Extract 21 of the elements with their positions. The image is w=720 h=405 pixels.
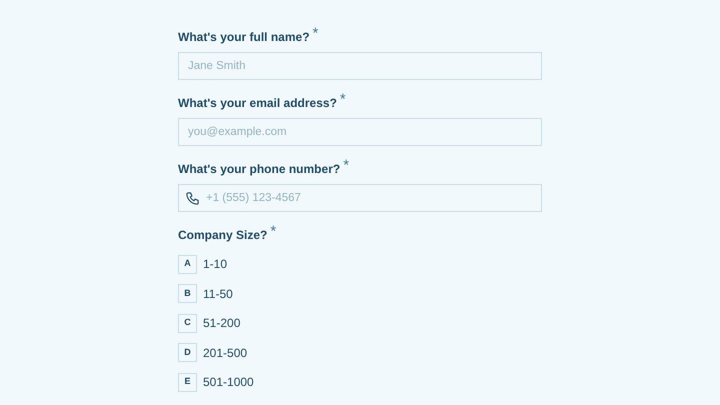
- option-label[interactable]: 11-50: [203, 284, 233, 302]
- phone-field[interactable]: +1 (555) 123-4567: [178, 184, 542, 212]
- required-asterisk: *: [343, 160, 350, 172]
- question-label: Company Size?: [178, 227, 268, 244]
- option-key[interactable]: A: [178, 254, 197, 274]
- option-key[interactable]: D: [178, 343, 197, 362]
- required-asterisk: *: [340, 94, 346, 106]
- option-key[interactable]: B: [178, 284, 197, 303]
- option-label[interactable]: 501-1000: [203, 373, 254, 391]
- option-label[interactable]: 51-200: [203, 314, 240, 332]
- option-label[interactable]: 1-10: [203, 255, 228, 273]
- required-asterisk: *: [270, 226, 276, 238]
- option-label[interactable]: 201-500: [203, 344, 248, 362]
- required-asterisk: *: [312, 28, 318, 40]
- email-field[interactable]: you@example.com: [178, 118, 542, 146]
- question-label: What's your email address?: [178, 95, 337, 112]
- option-key[interactable]: E: [178, 372, 197, 392]
- question-label: What's your phone number?: [178, 161, 340, 178]
- question-label: What's your full name?: [178, 29, 310, 46]
- name-field[interactable]: Jane Smith: [178, 52, 542, 80]
- option-key[interactable]: C: [178, 314, 197, 332]
